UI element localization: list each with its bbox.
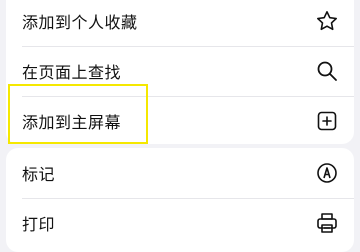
menu-item-label: 添加到主屏幕 xyxy=(22,113,122,132)
printer-icon xyxy=(314,210,340,236)
menu-item-label: 打印 xyxy=(22,215,56,234)
menu-group-secondary: 标记 打印 xyxy=(6,148,354,252)
menu-group-primary: 添加到个人收藏 在页面上查找 添加到主屏幕 xyxy=(6,0,354,144)
menu-item-find-on-page[interactable]: 在页面上查找 xyxy=(6,46,354,96)
menu-item-add-to-favorites[interactable]: 添加到个人收藏 xyxy=(6,0,354,46)
menu-item-add-to-home-screen[interactable]: 添加到主屏幕 xyxy=(6,96,354,144)
menu-item-label: 在页面上查找 xyxy=(22,63,122,82)
menu-item-label: 添加到个人收藏 xyxy=(22,13,138,32)
markup-pen-icon xyxy=(314,160,340,186)
menu-item-label: 标记 xyxy=(22,165,56,184)
search-icon xyxy=(314,58,340,84)
plus-square-icon xyxy=(314,108,340,134)
menu-item-print[interactable]: 打印 xyxy=(6,198,354,248)
star-icon xyxy=(314,8,340,34)
menu-item-markup[interactable]: 标记 xyxy=(6,148,354,198)
